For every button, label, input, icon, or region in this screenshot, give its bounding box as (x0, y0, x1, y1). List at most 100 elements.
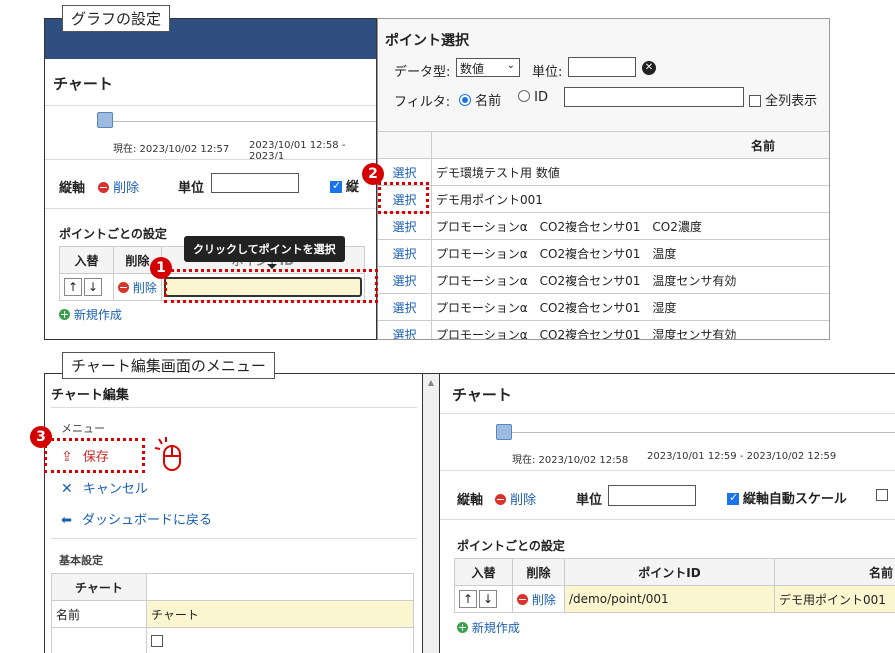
new-point-button[interactable]: 新規作成 (59, 306, 122, 323)
vaxis-label: 縦軸 (59, 181, 86, 196)
row-delete-label: 削除 (531, 592, 556, 607)
highlight-select (378, 182, 429, 214)
radio-id-label: ID (534, 90, 548, 105)
cancel-label: キャンセル (82, 482, 148, 497)
point-id-input[interactable]: /demo/point/001 (564, 585, 775, 613)
data-type-value: 数値 (460, 62, 485, 76)
highlight-save (44, 438, 145, 473)
remove-icon (495, 494, 506, 505)
select-link[interactable]: 選択 (378, 239, 432, 267)
basic-settings-table: チャート 名前 チャート (51, 573, 414, 653)
new-point-button[interactable]: 新規作成 (457, 619, 520, 636)
move-up-button[interactable]: ↑ (459, 590, 477, 608)
step-badge-3: 3 (30, 426, 52, 448)
row-delete-button[interactable]: 削除 (512, 585, 565, 613)
highlight-point-id (164, 269, 378, 303)
chart-title: チャート (452, 386, 512, 404)
extra-checkbox[interactable] (876, 488, 888, 502)
divider (440, 470, 895, 471)
select-link[interactable]: 選択 (378, 293, 432, 321)
show-all-label: 全列表示 (765, 94, 818, 109)
divider (51, 407, 417, 408)
select-link[interactable]: 選択 (378, 320, 432, 339)
row-delete-label: 削除 (132, 280, 157, 295)
divider (45, 208, 376, 209)
select-link[interactable]: 選択 (378, 266, 432, 294)
checkbox-icon (749, 95, 761, 107)
step-badge-1: 1 (150, 257, 172, 279)
section-label-text: チャート編集画面のメニュー (71, 357, 266, 375)
point-list-table: 名前 選択 デモ環境テスト用 数値 選択 デモ用ポイント001 選択 プロモーションα C… (378, 131, 829, 339)
new-label: 新規作成 (73, 308, 122, 322)
radio-checked-icon (459, 94, 471, 106)
show-all-checkbox[interactable]: 全列表示 (749, 90, 817, 109)
checkbox-icon (727, 491, 739, 505)
section-label-text: グラフの設定 (71, 10, 162, 28)
point-list-row: 選択 デモ環境テスト用 数値 (378, 158, 829, 186)
col-point-id: ポイントID (564, 558, 775, 586)
data-type-select[interactable]: 数値 ⌄ (456, 58, 520, 77)
step-badge-2: 2 (362, 163, 384, 185)
section-label-graph-settings: グラフの設定 (62, 5, 171, 32)
remove-icon (517, 593, 528, 605)
move-down-button[interactable]: ↓ (479, 590, 497, 608)
scroll-up-icon[interactable]: ▲ (423, 378, 439, 387)
radio-name[interactable]: 名前 (459, 90, 501, 109)
point-table: 入替 削除 ポイントID 名前 ↑ ↓ 削除 /demo/point/001 デモ… (454, 558, 895, 613)
row-delete-button[interactable]: 削除 (113, 273, 162, 301)
close-icon: ✕ (61, 481, 73, 497)
dialog-unit-input[interactable] (568, 57, 636, 77)
point-list-row: 選択 プロモーションα CO2複合センサ01 温度センサ有効 (378, 266, 829, 294)
scrollbar[interactable]: ▲ (423, 373, 439, 653)
chevron-down-icon: ⌄ (506, 60, 515, 71)
filter-input[interactable] (564, 87, 744, 107)
point-name-cell: プロモーションα CO2複合センサ01 CO2濃度 (431, 212, 829, 240)
radio-id[interactable]: ID (518, 90, 548, 105)
cancel-button[interactable]: ✕ キャンセル (61, 478, 148, 497)
back-to-dashboard-button[interactable]: ⬅ ダッシュボードに戻る (61, 509, 212, 528)
time-slider-handle[interactable] (97, 112, 113, 128)
radio-icon (518, 90, 530, 102)
badge-number: 1 (156, 260, 166, 276)
move-down-button[interactable]: ↓ (84, 278, 102, 296)
point-settings-label: ポイントごとの設定 (457, 539, 565, 553)
time-slider-track (105, 121, 376, 122)
swap-cell: ↑ ↓ (59, 273, 114, 301)
tooltip: クリックしてポイントを選択 (184, 236, 345, 262)
badge-number: 2 (368, 166, 378, 182)
autoscale-checkbox[interactable]: 縦軸自動スケール (727, 488, 847, 507)
name-input[interactable]: チャート (146, 600, 414, 628)
col-blank (146, 573, 414, 601)
vaxis-checkbox[interactable]: 縦 (330, 176, 359, 195)
tooltip-text: クリックしてポイントを選択 (193, 243, 336, 256)
vaxis-delete-button[interactable]: 削除 (495, 489, 536, 508)
select-link[interactable]: 選択 (378, 212, 432, 240)
time-slider-track (504, 432, 895, 433)
point-name-cell: プロモーションα CO2複合センサ01 湿度 (431, 293, 829, 321)
divider (440, 413, 895, 414)
clear-icon[interactable]: ✕ (642, 61, 656, 75)
unit-input[interactable] (608, 485, 696, 506)
divider (440, 519, 895, 520)
point-list-row: 選択 デモ用ポイント001 (378, 185, 829, 213)
swap-cell: ↑ ↓ (454, 585, 513, 613)
chart-edit-panel: チャート 現在: 2023/10/02 12:58 2023/10/01 12:… (439, 373, 895, 653)
data-type-label: データ型: (394, 65, 451, 80)
col-swap: 入替 (59, 246, 114, 274)
remove-icon (98, 182, 109, 193)
option-checkbox-cell[interactable] (146, 627, 414, 653)
col-delete: 削除 (512, 558, 565, 586)
basic-settings-label: 基本設定 (59, 554, 103, 567)
point-name-cell: デモ環境テスト用 数値 (431, 158, 829, 186)
range-label: 2023/10/01 12:59 - 2023/10/02 12:59 (647, 451, 837, 462)
vaxis-delete-button[interactable]: 削除 (98, 177, 139, 196)
new-label: 新規作成 (471, 621, 520, 635)
unit-input[interactable] (211, 173, 299, 193)
add-icon (59, 309, 70, 320)
divider (51, 538, 417, 539)
delete-label: 削除 (510, 493, 537, 508)
time-slider-handle[interactable] (496, 424, 512, 440)
point-name-cell: プロモーションα CO2複合センサ01 湿度センサ有効 (431, 320, 829, 339)
point-name-input[interactable]: デモ用ポイント001 (774, 585, 895, 613)
move-up-button[interactable]: ↑ (64, 278, 82, 296)
